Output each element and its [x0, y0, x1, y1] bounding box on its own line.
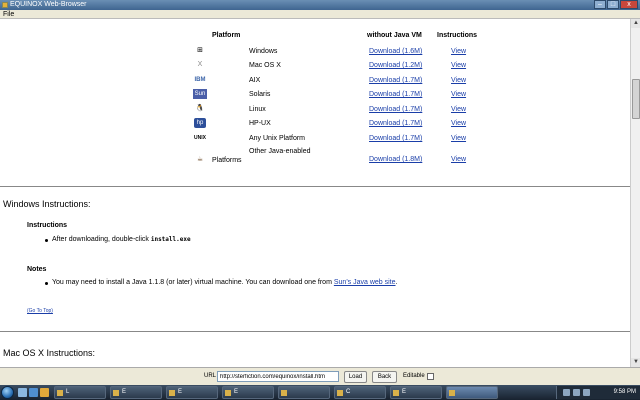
battery-icon[interactable]: [583, 389, 590, 396]
taskbar: L E E E C E 9:58 PM: [0, 385, 640, 400]
volume-icon[interactable]: [573, 389, 580, 396]
instructions-subheading: Instructions: [27, 222, 68, 229]
scroll-thumb[interactable]: [632, 79, 640, 119]
hp-icon: hp: [194, 118, 206, 128]
taskbar-item[interactable]: [278, 386, 330, 399]
taskbar-app-icon: [113, 390, 119, 396]
platform-name: HP-UX: [249, 120, 271, 127]
taskbar-item[interactable]: E: [222, 386, 274, 399]
taskbar-app-icon: [449, 390, 455, 396]
go-to-top-link[interactable]: (Go To Top): [27, 308, 53, 314]
page-content: Platform without Java VM Instructions ⊞ …: [0, 19, 630, 367]
maximize-button[interactable]: □: [607, 0, 619, 9]
section-divider: [0, 331, 630, 332]
vertical-scrollbar[interactable]: ▲ ▼: [630, 19, 640, 367]
download-link[interactable]: Download (1.7M): [369, 106, 422, 113]
notes-subheading: Notes: [27, 266, 47, 273]
bullet-icon: [45, 282, 48, 285]
close-button[interactable]: x: [620, 0, 638, 9]
linux-tux-icon: 🐧: [195, 105, 205, 112]
clock[interactable]: 9:58 PM: [614, 387, 636, 398]
col-header-platform: Platform: [212, 32, 241, 39]
platform-name: Windows: [249, 48, 278, 55]
url-bar: URL Load Back Editable: [0, 367, 640, 385]
start-orb-icon[interactable]: [1, 386, 14, 399]
mac-os-x-icon: X: [197, 61, 203, 68]
platform-name: Any Unix Platform: [249, 135, 306, 142]
network-icon[interactable]: [563, 389, 570, 396]
ibm-icon: IBM: [194, 77, 206, 83]
instruction-prefix: After downloading, double-click: [52, 236, 149, 243]
view-link[interactable]: View: [451, 91, 466, 98]
view-link[interactable]: View: [451, 48, 466, 55]
quicklaunch-icon[interactable]: [18, 388, 27, 397]
url-input[interactable]: [217, 371, 339, 382]
instruction-text: After downloading, double-click install.…: [52, 236, 191, 243]
taskbar-item-active[interactable]: [446, 386, 498, 399]
sun-icon: Sun: [193, 89, 207, 99]
taskbar-app-icon: [169, 390, 175, 396]
scroll-down-icon[interactable]: ▼: [631, 358, 640, 367]
view-link[interactable]: View: [451, 135, 466, 142]
col-header-instructions: Instructions: [437, 32, 478, 39]
taskbar-app-icon: [225, 390, 231, 396]
view-link[interactable]: View: [451, 62, 466, 69]
col-header-download: without Java VM: [367, 32, 422, 39]
download-link[interactable]: Download (1.7M): [369, 135, 422, 142]
view-link[interactable]: View: [451, 77, 466, 84]
windows-instructions-heading: Windows Instructions:: [3, 199, 91, 209]
bullet-icon: [45, 239, 48, 242]
app-icon: [2, 2, 8, 8]
platform-name: AIX: [249, 77, 261, 84]
taskbar-item[interactable]: E: [390, 386, 442, 399]
download-link[interactable]: Download (1.6M): [369, 48, 422, 55]
taskbar-item[interactable]: C: [334, 386, 386, 399]
unix-icon: UNIX: [194, 135, 206, 141]
menu-bar: File: [0, 10, 640, 19]
platform-name: Solaris: [249, 91, 271, 98]
mac-instructions-heading: Mac OS X Instructions:: [3, 348, 96, 358]
taskbar-app-icon: [57, 390, 63, 396]
download-link[interactable]: Download (1.7M): [369, 120, 422, 127]
platform-name-line2: Platforms: [212, 157, 242, 164]
java-icon: ☕: [196, 156, 204, 163]
download-link[interactable]: Download (1.2M): [369, 62, 422, 69]
taskbar-app-icon: [281, 390, 287, 396]
taskbar-app-icon: [393, 390, 399, 396]
menu-file[interactable]: File: [3, 10, 14, 19]
windows-icon: ⊞: [197, 47, 203, 54]
download-link[interactable]: Download (1.7M): [369, 77, 422, 84]
view-link[interactable]: View: [451, 156, 466, 163]
window-controls: – □ x: [594, 0, 638, 9]
install-exe-filename: install.exe: [150, 236, 191, 243]
section-divider: [0, 186, 630, 187]
view-link[interactable]: View: [451, 120, 466, 127]
sun-java-link[interactable]: Sun's Java web site: [334, 279, 396, 286]
platform-name: Linux: [249, 106, 266, 113]
download-link[interactable]: Download (1.8M): [369, 156, 422, 163]
platform-name: Mac OS X: [249, 62, 281, 69]
load-button[interactable]: Load: [344, 371, 367, 383]
taskbar-item[interactable]: L: [54, 386, 106, 399]
taskbar-item[interactable]: E: [110, 386, 162, 399]
platform-name-line1: Other Java-enabled: [249, 148, 311, 155]
ie-icon[interactable]: [29, 388, 38, 397]
system-tray: 9:58 PM: [556, 386, 640, 399]
note-body: You may need to install a Java 1.1.8 (or…: [52, 279, 332, 286]
minimize-button[interactable]: –: [594, 0, 606, 9]
view-link[interactable]: View: [451, 106, 466, 113]
taskbar-app-icon: [337, 390, 343, 396]
url-label: URL: [204, 373, 217, 379]
download-link[interactable]: Download (1.7M): [369, 91, 422, 98]
note-text: You may need to install a Java 1.1.8 (or…: [52, 279, 397, 286]
window-title: EQUINOX Web-Browser: [10, 1, 87, 8]
note-end: .: [395, 279, 398, 286]
title-bar: EQUINOX Web-Browser – □ x: [0, 0, 640, 10]
folder-icon[interactable]: [40, 388, 49, 397]
taskbar-item[interactable]: E: [166, 386, 218, 399]
editable-label: Editable: [403, 373, 425, 379]
scroll-up-icon[interactable]: ▲: [631, 19, 640, 28]
editable-checkbox[interactable]: [427, 373, 434, 380]
back-button[interactable]: Back: [372, 371, 397, 383]
